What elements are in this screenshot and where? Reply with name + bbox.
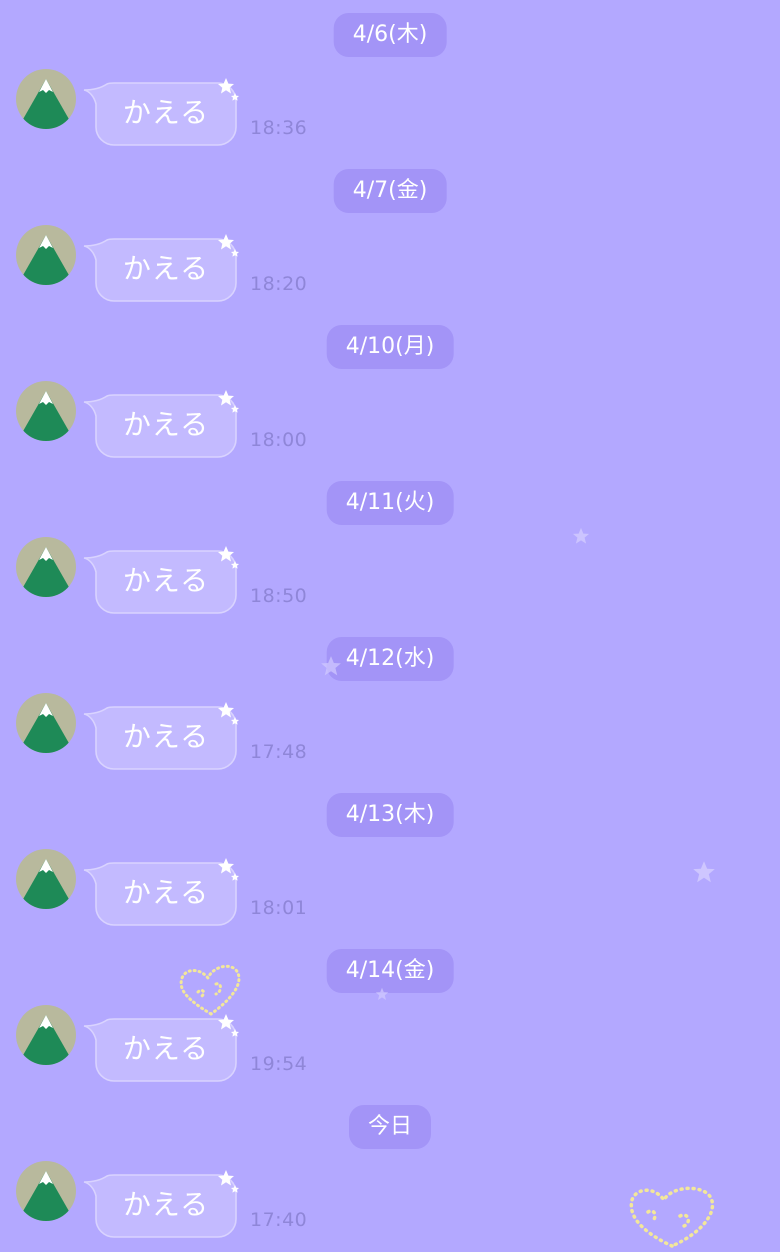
message-group: 4/10(月) かえる 18:00: [0, 312, 780, 468]
message-text: かえる: [122, 564, 210, 597]
message-group: 4/7(金) かえる 18:20: [0, 156, 780, 312]
star-icon: [320, 655, 342, 681]
message-text: かえる: [122, 1188, 210, 1221]
message-bubble[interactable]: かえる: [83, 1170, 243, 1240]
sparkle-icon: [216, 232, 242, 264]
mountain-avatar-icon[interactable]: [16, 381, 76, 441]
message-bubble[interactable]: かえる: [83, 858, 243, 928]
message-timestamp: 17:48: [250, 741, 308, 763]
message-group: 4/6(木) かえる 18:36: [0, 0, 780, 156]
message-text: かえる: [122, 1032, 210, 1065]
message-group: 4/14(金) かえる 19:54: [0, 936, 780, 1092]
date-separator: 4/13(木): [326, 793, 454, 837]
date-separator: 今日: [348, 1105, 432, 1149]
message-bubble[interactable]: かえる: [83, 702, 243, 772]
date-separator: 4/10(月): [326, 325, 454, 369]
message-timestamp: 17:40: [250, 1209, 308, 1231]
mountain-avatar-icon[interactable]: [16, 225, 76, 285]
date-separator: 4/12(水): [326, 637, 454, 681]
message-bubble[interactable]: かえる: [83, 390, 243, 460]
message-text: かえる: [122, 252, 210, 285]
message-bubble[interactable]: かえる: [83, 78, 243, 148]
sparkle-icon: [216, 856, 242, 888]
message-timestamp: 18:20: [250, 273, 308, 295]
sparkle-icon: [216, 388, 242, 420]
date-separator: 4/11(火): [326, 481, 454, 525]
date-separator: 4/14(金): [326, 949, 454, 993]
message-bubble[interactable]: かえる: [83, 1014, 243, 1084]
dotted-heart-icon: [624, 1182, 720, 1252]
mountain-avatar-icon[interactable]: [16, 849, 76, 909]
message-group: 4/11(火) かえる 18:50: [0, 468, 780, 624]
mountain-avatar-icon[interactable]: [16, 1005, 76, 1065]
date-separator: 4/7(金): [333, 169, 447, 213]
message-timestamp: 18:00: [250, 429, 308, 451]
star-icon: [572, 527, 590, 549]
message-timestamp: 18:50: [250, 585, 308, 607]
dotted-heart-icon: [176, 962, 246, 1022]
sparkle-icon: [216, 700, 242, 732]
message-timestamp: 18:01: [250, 897, 308, 919]
message-timestamp: 18:36: [250, 117, 308, 139]
message-group: 4/12(水) かえる 17:48: [0, 624, 780, 780]
message-text: かえる: [122, 408, 210, 441]
sparkle-icon: [216, 76, 242, 108]
date-separator: 4/6(木): [333, 13, 447, 57]
mountain-avatar-icon[interactable]: [16, 537, 76, 597]
message-text: かえる: [122, 96, 210, 129]
mountain-avatar-icon[interactable]: [16, 69, 76, 129]
chat-log: 4/6(木) かえる 18:36 4/7(金) かえる 18:20 4/10(月…: [0, 0, 780, 1248]
message-bubble[interactable]: かえる: [83, 234, 243, 304]
sparkle-icon: [216, 1168, 242, 1200]
message-group: 4/13(木) かえる 18:01: [0, 780, 780, 936]
mountain-avatar-icon[interactable]: [16, 1161, 76, 1221]
message-bubble[interactable]: かえる: [83, 546, 243, 616]
star-icon: [375, 986, 389, 1005]
star-icon: [692, 860, 716, 888]
message-text: かえる: [122, 876, 210, 909]
mountain-avatar-icon[interactable]: [16, 693, 76, 753]
message-timestamp: 19:54: [250, 1053, 308, 1075]
sparkle-icon: [216, 544, 242, 576]
message-text: かえる: [122, 720, 210, 753]
